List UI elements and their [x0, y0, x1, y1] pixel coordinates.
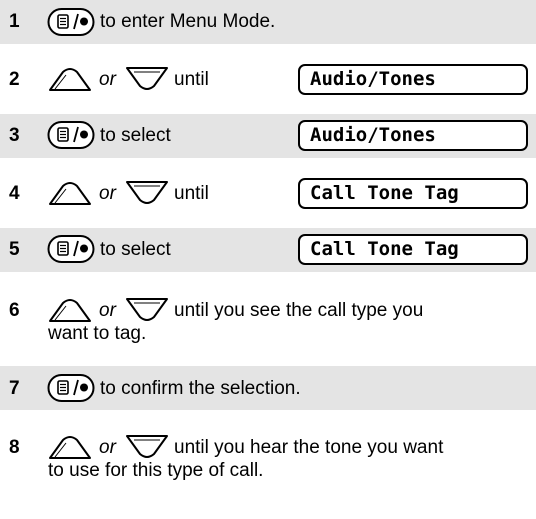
scroll-down-button-icon — [126, 298, 168, 321]
display-screen: Call Tone Tag — [298, 178, 528, 209]
or-label: or — [99, 183, 116, 204]
scroll-down-button-icon — [126, 67, 168, 90]
step-1: 1 to enter Menu Mode. — [0, 0, 536, 44]
step-text: to select — [100, 239, 171, 260]
step-text-line-1: until you see the call type you — [174, 300, 424, 321]
step-text: to select — [100, 125, 171, 146]
menu-select-button-icon — [47, 374, 95, 402]
display-screen: Audio/Tones — [298, 64, 528, 95]
scroll-down-button-icon — [126, 181, 168, 204]
or-label: or — [99, 69, 116, 90]
step-number: 1 — [9, 11, 20, 32]
step-number: 3 — [9, 125, 20, 146]
step-8: 8 or until you hear the tone you want to… — [0, 426, 536, 496]
or-label: or — [99, 300, 116, 321]
step-text-line-2: want to tag. — [48, 323, 147, 344]
step-number: 8 — [9, 437, 20, 458]
scroll-up-button-icon — [49, 68, 91, 91]
step-7: 7 to confirm the selection. — [0, 366, 536, 410]
step-5: 5 to select Call Tone Tag — [0, 228, 536, 272]
menu-select-button-icon — [47, 235, 95, 263]
display-screen: Call Tone Tag — [298, 234, 528, 265]
display-screen: Audio/Tones — [298, 120, 528, 151]
step-text: to confirm the selection. — [100, 378, 301, 399]
step-text-line-1: until you hear the tone you want — [174, 437, 444, 458]
step-text-line-2: to use for this type of call. — [48, 460, 264, 481]
or-label: or — [99, 437, 116, 458]
step-number: 5 — [9, 239, 20, 260]
step-2: 2 or until Audio/Tones — [0, 57, 536, 101]
step-3: 3 to select Audio/Tones — [0, 114, 536, 158]
scroll-up-button-icon — [49, 182, 91, 205]
menu-select-button-icon — [47, 8, 95, 36]
step-number: 6 — [9, 300, 20, 321]
scroll-up-button-icon — [49, 299, 91, 322]
scroll-down-button-icon — [126, 435, 168, 458]
step-4: 4 or until Call Tone Tag — [0, 171, 536, 215]
step-text: until — [174, 69, 209, 90]
step-number: 7 — [9, 378, 20, 399]
step-text: to enter Menu Mode. — [100, 11, 276, 32]
step-number: 4 — [9, 183, 20, 204]
scroll-up-button-icon — [49, 436, 91, 459]
menu-select-button-icon — [47, 121, 95, 149]
step-6: 6 or until you see the call type you wan… — [0, 289, 536, 349]
step-text: until — [174, 183, 209, 204]
step-number: 2 — [9, 69, 20, 90]
